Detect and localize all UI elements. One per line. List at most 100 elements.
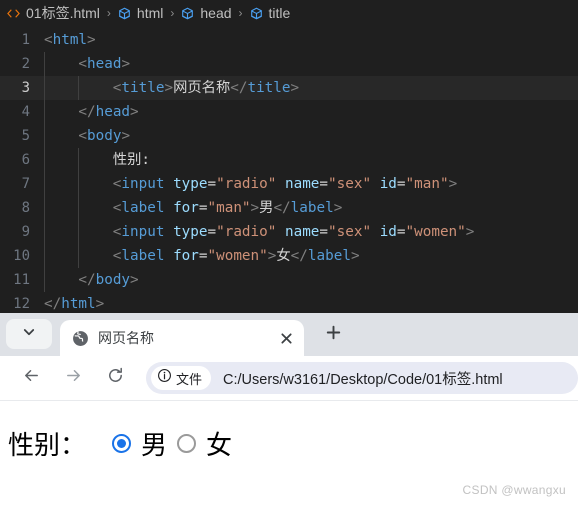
close-icon[interactable]: [276, 328, 296, 348]
tab-title: 网页名称: [98, 330, 154, 346]
code-token: title: [121, 80, 165, 96]
code-line[interactable]: 5 <body>: [0, 124, 578, 148]
code-line-content: <title>网页名称</title>: [44, 76, 299, 100]
code-token: >: [290, 80, 300, 96]
code-line-content: </body>: [44, 268, 139, 292]
code-line[interactable]: 3 <title>网页名称</title>: [0, 76, 578, 100]
back-button[interactable]: [14, 361, 48, 395]
code-token: </: [78, 272, 96, 288]
code-token: >: [121, 128, 131, 144]
code-line[interactable]: 7 <input type="radio" name="sex" id="man"…: [0, 172, 578, 196]
line-number: 4: [21, 104, 30, 120]
breadcrumb-item-head[interactable]: head: [180, 5, 232, 21]
code-token: 男: [259, 200, 274, 216]
code-token: <: [44, 32, 53, 48]
code-line[interactable]: 10 <label for="women">女</label>: [0, 244, 578, 268]
code-line[interactable]: 4 </head>: [0, 100, 578, 124]
code-token: >: [95, 296, 105, 312]
code-line[interactable]: 2 <head>: [0, 52, 578, 76]
indent-guide: [78, 148, 80, 268]
breadcrumb-item-html[interactable]: html: [117, 5, 163, 21]
code-line-content: <body>: [44, 124, 130, 148]
info-circle-icon: [157, 368, 172, 388]
arrow-right-icon: [64, 366, 83, 390]
radio-man[interactable]: [112, 434, 132, 453]
code-line[interactable]: 11 </body>: [0, 268, 578, 292]
code-line[interactable]: 8 <label for="man">男</label>: [0, 196, 578, 220]
radio-women-label[interactable]: 女: [206, 425, 232, 462]
breadcrumb-separator: ›: [238, 6, 243, 20]
line-number: 9: [21, 224, 30, 240]
new-tab-button[interactable]: [318, 320, 348, 350]
code-token: >: [333, 200, 343, 216]
forward-button[interactable]: [56, 361, 90, 395]
line-number: 1: [21, 32, 30, 48]
code-token: </: [78, 104, 96, 120]
code-token: </: [290, 248, 308, 264]
code-token: =: [396, 176, 406, 192]
watermark: CSDN @wwangxu: [462, 483, 566, 497]
code-token: =: [396, 224, 406, 240]
radio-women[interactable]: [177, 434, 197, 453]
browser-window: 网页名称 文件 C:/Users/w3161/Desktop/Code/01标签…: [0, 313, 578, 508]
reload-icon: [106, 366, 125, 390]
address-bar[interactable]: 文件 C:/Users/w3161/Desktop/Code/01标签.html: [146, 362, 578, 394]
code-token: label: [121, 200, 165, 216]
symbol-cube-icon: [117, 6, 132, 21]
code-token: >: [130, 272, 139, 288]
code-token: =: [198, 200, 208, 216]
code-line-content: <input type="radio" name="sex" id="women…: [44, 220, 475, 244]
gender-form-row: 性别： 男 女: [8, 425, 578, 462]
code-line-content: </head>: [44, 100, 139, 124]
code-token: >: [164, 80, 174, 96]
code-line[interactable]: 9 <input type="radio" name="sex" id="wome…: [0, 220, 578, 244]
code-token: type: [173, 224, 208, 240]
code-token: </: [44, 296, 62, 312]
gender-label: 性别：: [8, 430, 87, 460]
symbol-cube-icon: [249, 6, 264, 21]
code-token: >: [87, 32, 96, 48]
code-token: <: [78, 56, 87, 72]
code-token: >: [448, 176, 458, 192]
code-line[interactable]: 6 性别:: [0, 148, 578, 172]
radio-man-label[interactable]: 男: [141, 425, 167, 462]
code-token: head: [95, 104, 131, 120]
code-token: 女: [276, 248, 291, 264]
globe-icon: [72, 330, 89, 347]
code-line[interactable]: 1 <html>: [0, 28, 578, 52]
code-line-content: 性别:: [44, 148, 150, 172]
code-lines[interactable]: 1 <html> 2 <head> 3 <title>网页名称</title> 4 </hea…: [0, 26, 578, 316]
code-token: >: [465, 224, 475, 240]
code-token: </: [230, 80, 248, 96]
breadcrumb-item-title[interactable]: title: [249, 5, 290, 21]
page-viewport: 性别： 男 女 CSDN @wwangxu: [0, 401, 578, 507]
code-token: label: [290, 200, 334, 216]
code-token: 性别:: [112, 152, 150, 168]
code-token: >: [121, 56, 131, 72]
code-token: 网页名称: [173, 80, 231, 96]
code-token: name: [284, 224, 320, 240]
line-number: 11: [13, 272, 30, 288]
code-line-content: <input type="radio" name="sex" id="man">: [44, 172, 457, 196]
code-token: >: [130, 104, 139, 120]
security-chip[interactable]: 文件: [151, 366, 212, 390]
reload-button[interactable]: [98, 361, 132, 395]
security-chip-label: 文件: [176, 371, 203, 387]
browser-tab[interactable]: 网页名称: [60, 320, 304, 356]
code-token: id: [379, 176, 397, 192]
code-token: body: [87, 128, 122, 144]
chevron-down-icon: [21, 324, 37, 345]
tab-search-button[interactable]: [6, 319, 52, 349]
code-token: =: [319, 224, 329, 240]
breadcrumb-item-file[interactable]: 01标签.html: [6, 3, 100, 23]
code-editor-pane: 01标签.html › html › head › title 1 <html>…: [0, 0, 578, 313]
code-line-content: <label for="man">男</label>: [44, 196, 343, 220]
code-token: type: [173, 176, 208, 192]
code-token: =: [198, 248, 208, 264]
line-number: 5: [21, 128, 30, 144]
